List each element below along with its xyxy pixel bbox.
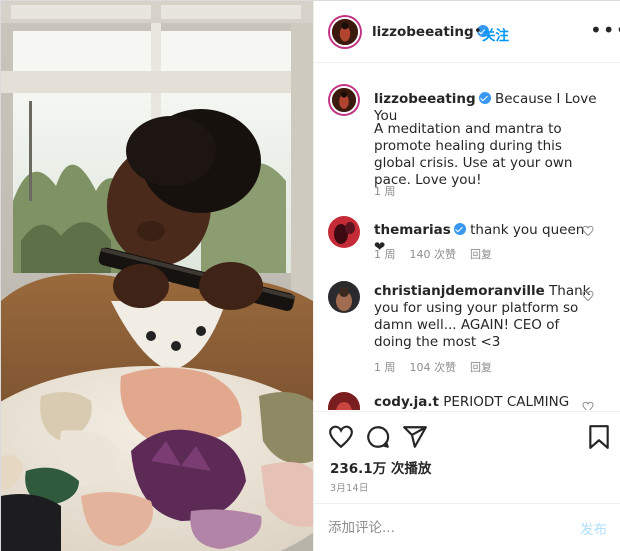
comment-username[interactable]: cody.ja.t xyxy=(374,394,439,410)
comment-avatar[interactable] xyxy=(328,216,360,248)
post-date[interactable]: 3月14日 xyxy=(330,480,369,494)
comment-time[interactable]: 1 周 xyxy=(374,248,396,261)
video-frame xyxy=(1,1,313,551)
post-dialog: lizzobeeating • 关注 ••• lizzobeeating Bec… xyxy=(0,0,620,551)
follow-button[interactable]: 关注 xyxy=(482,24,509,44)
comment-avatar[interactable] xyxy=(328,392,360,410)
add-comment-bar: 发布 xyxy=(314,503,620,551)
reply-button[interactable]: 回复 xyxy=(470,248,492,261)
comment-username[interactable]: themarias xyxy=(374,222,451,238)
comment-icon[interactable] xyxy=(365,424,391,450)
caption-username[interactable]: lizzobeeating xyxy=(374,91,476,107)
like-comment-heart-icon[interactable] xyxy=(582,290,594,302)
caption-time[interactable]: 1 周 xyxy=(374,185,396,198)
caption-avatar[interactable] xyxy=(328,84,360,116)
caption-title-line: lizzobeeating Because I Love You xyxy=(374,91,604,125)
caption-body: A meditation and mantra to promote heali… xyxy=(374,121,573,188)
comment-input[interactable] xyxy=(328,516,558,540)
post-comment-button[interactable]: 发布 xyxy=(580,518,607,538)
comment-likes[interactable]: 104 次赞 xyxy=(410,361,457,374)
comment-meta: 1 周 140 次赞 回复 xyxy=(374,246,506,262)
view-count[interactable]: 236.1万 次播放 xyxy=(330,457,431,477)
more-options-icon[interactable]: ••• xyxy=(590,18,620,42)
author-username[interactable]: lizzobeeating xyxy=(372,24,489,40)
comment-text: cody.ja.t PERIODT CALMING xyxy=(374,394,570,410)
caption-meta: 1 周 xyxy=(374,183,410,199)
like-comment-heart-icon[interactable] xyxy=(582,225,594,237)
bookmark-icon[interactable] xyxy=(586,424,612,450)
header-separator: • xyxy=(474,24,482,39)
post-sidebar: lizzobeeating • 关注 ••• lizzobeeating Bec… xyxy=(313,1,620,551)
heart-icon[interactable] xyxy=(328,424,354,450)
comment-avatar[interactable] xyxy=(328,281,360,313)
comment-username[interactable]: christianjdemoranville xyxy=(374,283,545,299)
comments-list[interactable]: lizzobeeating Because I Love You A medit… xyxy=(314,64,620,410)
comment-meta: 1 周 104 次赞 回复 xyxy=(374,359,506,375)
verified-icon xyxy=(478,92,491,104)
comment-time[interactable]: 1 周 xyxy=(374,361,396,374)
like-comment-heart-icon[interactable] xyxy=(582,401,594,410)
verified-icon xyxy=(453,223,466,235)
comment-likes[interactable]: 140 次赞 xyxy=(410,248,457,261)
post-actions: 236.1万 次播放 3月14日 xyxy=(314,411,620,503)
comment-text: christianjdemoranville Thank you for usi… xyxy=(374,283,591,350)
post-header: lizzobeeating • 关注 ••• xyxy=(314,1,620,63)
share-icon[interactable] xyxy=(402,424,428,450)
post-video[interactable] xyxy=(1,1,313,551)
author-avatar[interactable] xyxy=(328,15,362,49)
reply-button[interactable]: 回复 xyxy=(470,361,492,374)
